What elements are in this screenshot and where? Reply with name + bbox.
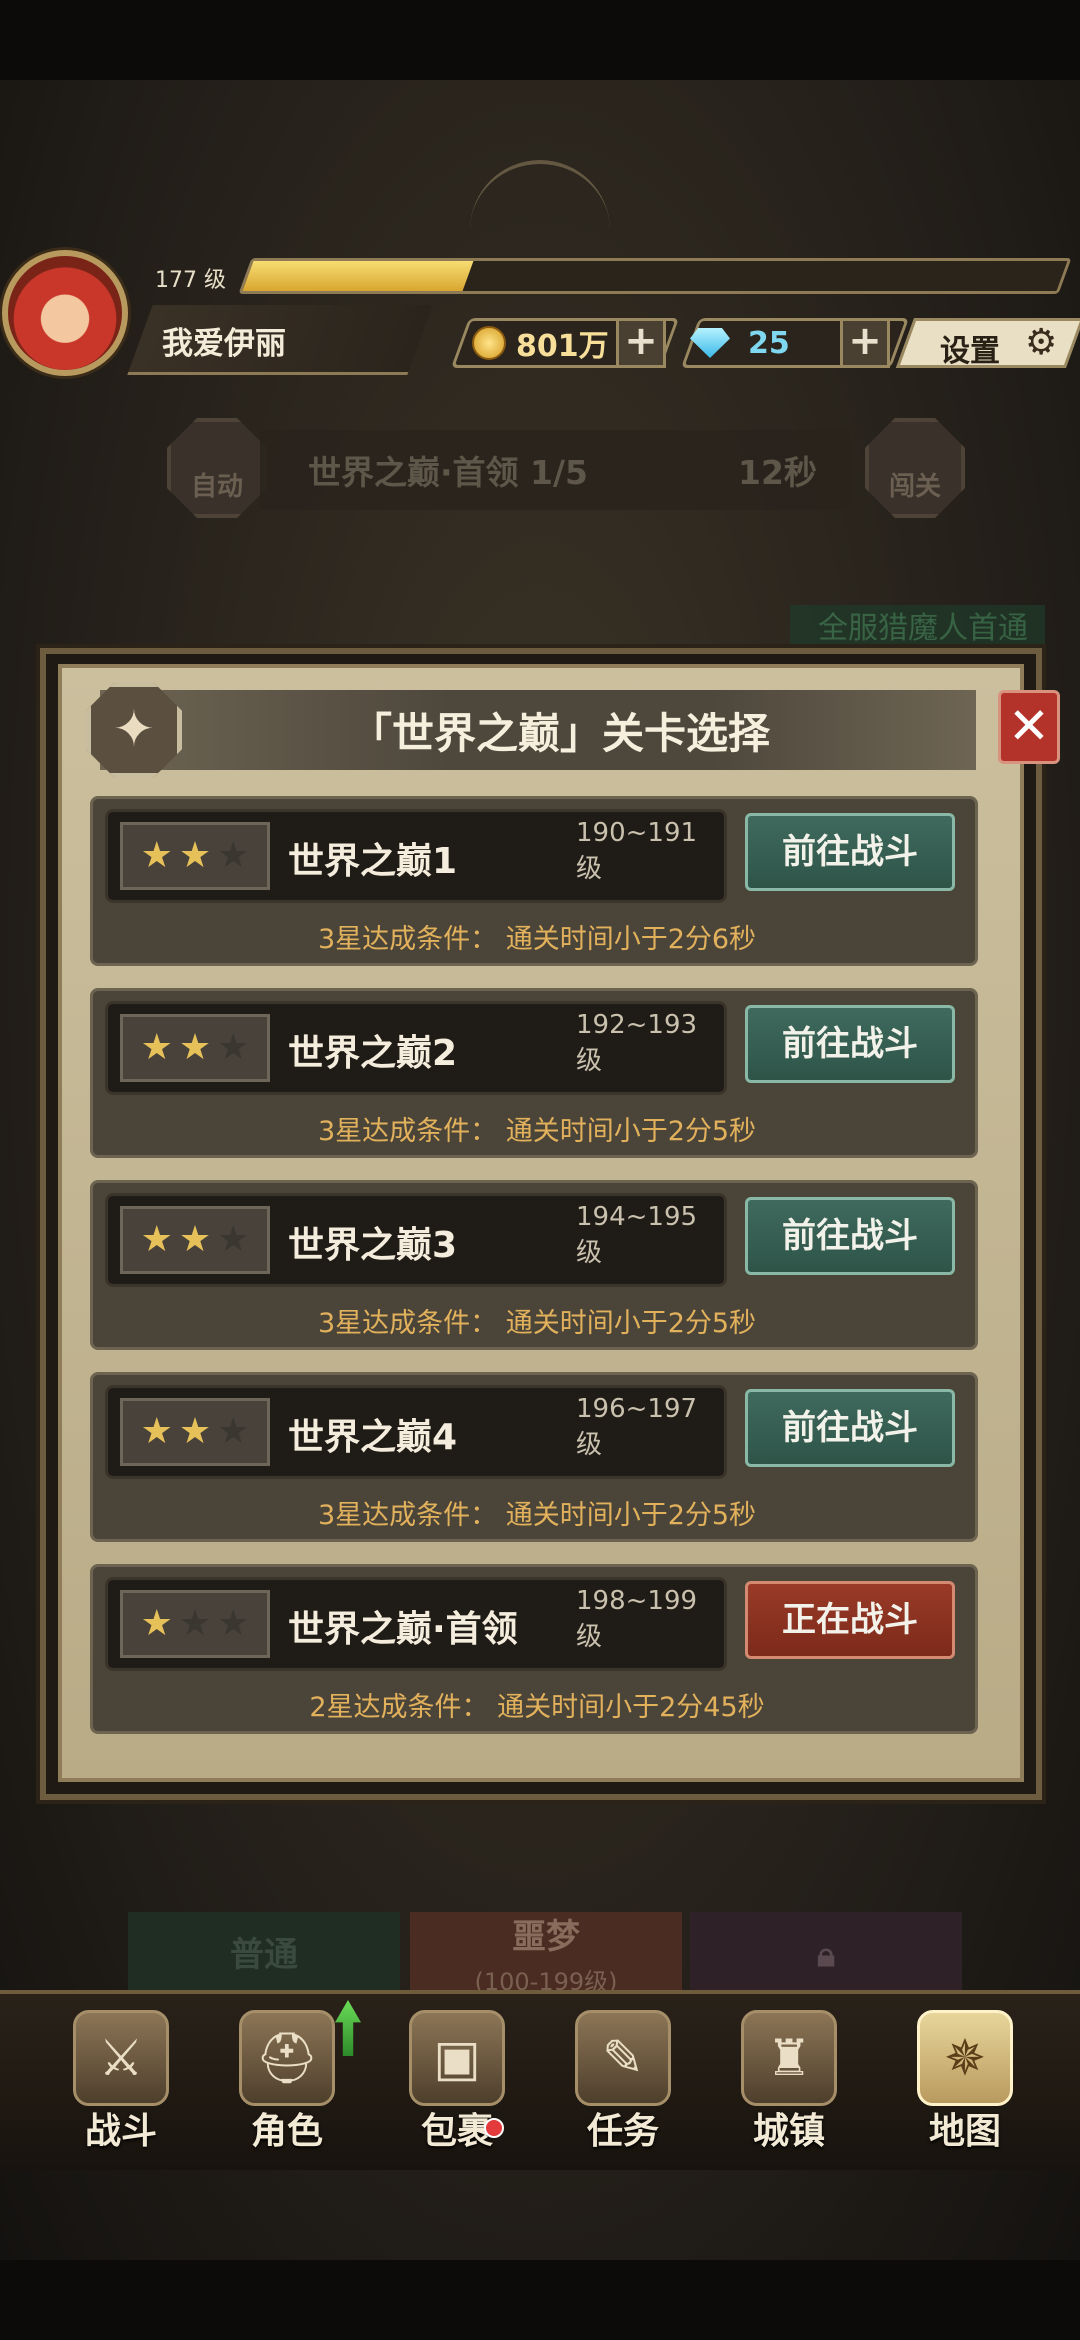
stage-row: ★ ★ ★ 世界之巅4 196~197 级 前往战斗 3星达成条件： 通关时间小于2…: [90, 1372, 978, 1542]
star-icon: ★: [178, 1411, 212, 1452]
tab-normal[interactable]: 普通: [128, 1912, 400, 1998]
gear-icon: ⚙: [1025, 322, 1058, 363]
nav-label: 城镇: [752, 2111, 825, 2152]
go-to-battle-button[interactable]: 前往战斗: [745, 1197, 955, 1275]
stage-info: ★ ★ ★ 世界之巅1 190~191 级: [105, 809, 727, 903]
star-icon: ★: [217, 1603, 250, 1644]
star-icon: ★: [178, 835, 212, 876]
star-icon: ★: [140, 1219, 173, 1260]
star-rating: ★ ★ ★: [120, 1206, 270, 1274]
lock-icon: 🔒︎: [816, 1935, 836, 1975]
boss-progress-text: 世界之巅·首领 1/5: [308, 453, 589, 492]
modal-title: 「世界之巅」关卡选择: [349, 709, 770, 758]
xp-bar: [238, 258, 1072, 294]
star-rating: ★ ★ ★: [120, 1014, 270, 1082]
player-name: 我爱伊丽: [162, 326, 286, 362]
add-gold-button[interactable]: +: [616, 318, 666, 368]
nav-item-map[interactable]: ✵ 地图: [890, 2010, 1040, 2160]
gem-amount: 25: [748, 325, 790, 361]
notification-dot: [484, 2118, 504, 2138]
stage-name: 世界之巅4: [288, 1417, 458, 1458]
stage-info: ★ ★ ★ 世界之巅3 194~195 级: [105, 1193, 727, 1287]
nav-label: 包裹: [420, 2111, 493, 2152]
star-condition: 3星达成条件： 通关时间小于2分5秒: [317, 1500, 757, 1531]
tab-nightmare-label: 噩梦: [512, 1917, 580, 1957]
nav-label: 角色: [250, 2111, 323, 2152]
stage-level-range: 196~197 级: [576, 1394, 698, 1460]
star-rating: ★ ★ ★: [120, 1398, 270, 1466]
nav-item-character[interactable]: ⛑ 角色: [212, 2010, 362, 2160]
auto-battle-button[interactable]: 自动: [167, 418, 267, 518]
server-first-banner: 全服猎魔人首通: [790, 605, 1045, 653]
star-icon: ★: [178, 1027, 212, 1068]
map-icon: ✵: [917, 2010, 1013, 2106]
stage-name: 世界之巅3: [288, 1225, 458, 1266]
star-rating: ★ ★ ★: [120, 1590, 270, 1658]
star-condition: 3星达成条件： 通关时间小于2分5秒: [317, 1308, 757, 1339]
nav-item-battle[interactable]: ⚔ 战斗: [46, 2010, 196, 2160]
challenge-button[interactable]: 闯关: [865, 418, 965, 518]
stage-info: ★ ★ ★ 世界之巅2 192~193 级: [105, 1001, 727, 1095]
stage-level-range: 198~199 级: [576, 1586, 698, 1652]
stage-name: 世界之巅2: [288, 1033, 458, 1074]
battle-timer: 12秒: [738, 453, 817, 492]
stage-info: ★ ★ ★ 世界之巅4 196~197 级: [105, 1385, 727, 1479]
star-condition: 2星达成条件： 通关时间小于2分45秒: [309, 1692, 765, 1723]
tab-locked[interactable]: 🔒︎: [690, 1912, 962, 1998]
nav-label: 任务: [586, 2111, 659, 2152]
stage-info: ★ ★ ★ 世界之巅·首领 198~199 级: [105, 1577, 727, 1671]
player-level: 177 级: [155, 268, 226, 293]
gold-display: 801万: [472, 318, 609, 368]
stage-name: 世界之巅·首领: [288, 1609, 518, 1650]
stage-row: ★ ★ ★ 世界之巅1 190~191 级 前往战斗 3星达成条件： 通关时间小于2…: [90, 796, 978, 966]
tab-nightmare[interactable]: 噩梦 (100-199级): [410, 1912, 682, 1998]
star-icon: ★: [140, 1411, 173, 1452]
star-icon: ★: [140, 835, 173, 876]
scroll-icon: ✎: [575, 2010, 671, 2106]
tower-icon: ♜: [741, 2010, 837, 2106]
star-icon: ★: [140, 1603, 173, 1644]
star-icon: ★: [217, 1411, 250, 1452]
go-to-battle-button[interactable]: 前往战斗: [745, 1005, 955, 1083]
star-condition: 3星达成条件： 通关时间小于2分5秒: [317, 1116, 757, 1147]
nav-item-town[interactable]: ♜ 城镇: [714, 2010, 864, 2160]
helmet-icon: ⛑: [239, 2010, 335, 2106]
gem-display: 25: [690, 318, 790, 368]
crossed-swords-icon: ⚔: [73, 2010, 169, 2106]
map-scroll-icon: ✦: [86, 682, 182, 778]
star-icon: ★: [178, 1219, 212, 1260]
stage-level-range: 194~195 级: [576, 1202, 698, 1268]
star-icon: ★: [217, 1027, 250, 1068]
gold-amount: 801万: [516, 329, 609, 364]
diamond-icon: [690, 328, 730, 358]
xp-bar-fill: [242, 261, 474, 291]
nav-label: 地图: [928, 2111, 1001, 2152]
star-icon: ★: [217, 835, 250, 876]
go-to-battle-button[interactable]: 前往战斗: [745, 1389, 955, 1467]
settings-label: 设置: [940, 334, 1000, 369]
gold-coin-icon: [472, 326, 506, 360]
stage-name: 世界之巅1: [288, 841, 458, 882]
player-avatar[interactable]: [2, 250, 128, 376]
stage-row: ★ ★ ★ 世界之巅3 194~195 级 前往战斗 3星达成条件： 通关时间小于2…: [90, 1180, 978, 1350]
star-condition: 3星达成条件： 通关时间小于2分6秒: [317, 924, 757, 955]
nav-item-bag[interactable]: ▣ 包裹: [382, 2010, 532, 2160]
in-battle-button[interactable]: 正在战斗: [745, 1581, 955, 1659]
nav-item-quest[interactable]: ✎ 任务: [548, 2010, 698, 2160]
star-icon: ★: [178, 1603, 212, 1644]
stage-row: ★ ★ ★ 世界之巅·首领 198~199 级 正在战斗 2星达成条件： 通关时间小…: [90, 1564, 978, 1734]
add-gems-button[interactable]: +: [840, 318, 890, 368]
stage-row: ★ ★ ★ 世界之巅2 192~193 级 前往战斗 3星达成条件： 通关时间小于2…: [90, 988, 978, 1158]
nav-label: 战斗: [84, 2111, 157, 2152]
close-button[interactable]: ✕: [998, 690, 1060, 764]
backpack-icon: ▣: [409, 2010, 505, 2106]
star-icon: ★: [217, 1219, 250, 1260]
stage-level-range: 190~191 级: [576, 818, 698, 884]
star-rating: ★ ★ ★: [120, 822, 270, 890]
go-to-battle-button[interactable]: 前往战斗: [745, 813, 955, 891]
stage-level-range: 192~193 级: [576, 1010, 698, 1076]
star-icon: ★: [140, 1027, 173, 1068]
